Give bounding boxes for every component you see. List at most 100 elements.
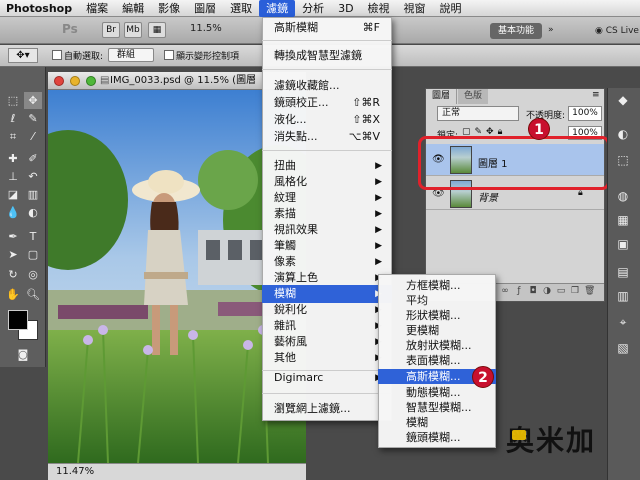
adjustments-icon[interactable]: ◐ xyxy=(612,124,634,144)
3d-orbit-tool-icon[interactable]: ◎ xyxy=(24,266,42,283)
autoselect-checkbox[interactable] xyxy=(52,50,62,60)
blur-item-box[interactable]: 方框模糊... xyxy=(378,278,496,293)
menuitem-last-filter[interactable]: 高斯模糊 ⌘F xyxy=(262,19,392,37)
menuitem-label: 雜訊 xyxy=(274,319,296,332)
menu-image[interactable]: 影像 xyxy=(151,0,187,17)
menuitem-vanishing-point[interactable]: 消失點... ⌥⌘V xyxy=(262,128,392,146)
clone-stamp-tool-icon[interactable]: ⊥ xyxy=(4,168,22,185)
healing-brush-tool-icon[interactable]: ✚ xyxy=(4,150,22,167)
zoom-level[interactable]: 11.5% xyxy=(190,23,222,34)
panel-menu-icon[interactable]: ≡ xyxy=(592,90,602,102)
swatches-panel-icon[interactable]: ▦ xyxy=(612,210,634,230)
blur-item-blur-more[interactable]: 更模糊 xyxy=(378,323,496,338)
new-group-icon[interactable]: ▭ xyxy=(556,286,566,297)
pen-tool-icon[interactable]: ✒ xyxy=(4,228,22,245)
menu-window[interactable]: 視窗 xyxy=(397,0,433,17)
styles-panel-icon[interactable]: ▣ xyxy=(612,234,634,254)
menu-3d[interactable]: 3D xyxy=(331,0,360,17)
menuitem-browse-filters-online[interactable]: 瀏覽網上濾鏡... xyxy=(262,400,392,418)
menuitem-lens-correction[interactable]: 鏡頭校正... ⇧⌘R xyxy=(262,94,392,112)
3d-rotate-tool-icon[interactable]: ↻ xyxy=(4,266,22,283)
menuitem-digimarc[interactable]: Digimarc▶ xyxy=(262,369,392,387)
blur-item-lens[interactable]: 鏡頭模糊... xyxy=(378,430,496,445)
bridge-button[interactable]: Br xyxy=(102,22,120,38)
workspace-menu-icon[interactable]: » xyxy=(548,25,558,35)
menuitem-label: 液化... xyxy=(274,113,307,126)
eraser-tool-icon[interactable]: ◪ xyxy=(4,186,22,203)
channels-panel-icon[interactable]: ▧ xyxy=(612,338,634,358)
app-menu[interactable]: Photoshop xyxy=(0,0,79,17)
layer-mask-icon[interactable]: ◘ xyxy=(528,286,538,297)
dodge-tool-icon[interactable]: ◐ xyxy=(24,204,42,221)
new-layer-icon[interactable]: ❐ xyxy=(570,286,580,297)
lasso-tool-icon[interactable]: ℓ xyxy=(4,110,22,127)
navigator-panel-icon[interactable]: ⌖ xyxy=(612,312,634,332)
gradient-tool-icon[interactable]: ▥ xyxy=(24,186,42,203)
blur-item-blur[interactable]: 模糊 xyxy=(378,415,496,430)
crop-tool-icon[interactable]: ⌗ xyxy=(4,128,22,145)
history-brush-tool-icon[interactable]: ↶ xyxy=(24,168,42,185)
quick-mask-icon[interactable]: ◙ xyxy=(14,346,32,363)
link-layers-icon[interactable]: ∞ xyxy=(500,286,510,297)
tab-channels[interactable]: 色版 xyxy=(458,89,489,104)
tab-layers[interactable]: 圖層 xyxy=(426,89,458,104)
shape-tool-icon[interactable]: ▢ xyxy=(24,246,42,263)
menu-analysis[interactable]: 分析 xyxy=(295,0,331,17)
menuitem-label: 模糊 xyxy=(274,287,296,300)
view-extras-button[interactable]: ▦ xyxy=(148,22,166,38)
menuitem-convert-smart-filter[interactable]: 轉換成智慧型濾鏡 xyxy=(262,47,392,65)
menu-filter[interactable]: 濾鏡 xyxy=(259,0,296,17)
brush-tool-icon[interactable]: ✐ xyxy=(24,150,42,167)
opacity-field[interactable]: 100% xyxy=(568,106,602,121)
move-tool-preset-icon[interactable]: ✥▾ xyxy=(8,48,38,63)
menuitem-liquify[interactable]: 液化... ⇧⌘X xyxy=(262,111,392,129)
menuitem-other[interactable]: 其他▶ xyxy=(262,349,392,367)
layer-style-icon[interactable]: ƒ xyxy=(514,286,524,297)
workspace-button[interactable]: 基本功能 xyxy=(490,23,542,39)
blur-item-average[interactable]: 平均 xyxy=(378,293,496,308)
move-tool-icon[interactable]: ✥ xyxy=(24,92,42,109)
cs-live-button[interactable]: ◉ CS Live xyxy=(595,22,639,40)
menu-file[interactable]: 檔案 xyxy=(79,0,115,17)
blur-item-radial[interactable]: 放射狀模糊... xyxy=(378,338,496,353)
type-tool-icon[interactable]: T xyxy=(24,228,42,245)
menu-select[interactable]: 選取 xyxy=(223,0,259,17)
marquee-tool-icon[interactable]: ⬚ xyxy=(4,92,22,109)
annotation-badge-1: 1 xyxy=(528,118,550,140)
minibridge-button[interactable]: Mb xyxy=(124,22,142,38)
menuitem-shortcut: ⌘F xyxy=(362,21,380,34)
transform-controls-checkbox[interactable] xyxy=(164,50,174,60)
zoom-tool-icon[interactable]: 🔍︎ xyxy=(24,286,42,303)
blend-mode-select[interactable]: 正常 xyxy=(437,106,519,121)
blur-item-shape[interactable]: 形狀模糊... xyxy=(378,308,496,323)
menu-view[interactable]: 檢視 xyxy=(361,0,397,17)
menuitem-label: 像素 xyxy=(274,255,296,268)
3d-panel-icon[interactable]: ◆ xyxy=(612,90,634,110)
histogram-panel-icon[interactable]: ▤ xyxy=(612,262,634,282)
hand-tool-icon[interactable]: ✋ xyxy=(4,286,22,303)
blur-item-smart[interactable]: 智慧型模糊... xyxy=(378,400,496,415)
menu-layer[interactable]: 圖層 xyxy=(187,0,223,17)
blur-tool-icon[interactable]: 💧 xyxy=(4,204,22,221)
menu-edit[interactable]: 編輯 xyxy=(115,0,151,17)
adjustment-layer-icon[interactable]: ◑ xyxy=(542,286,552,297)
info-panel-icon[interactable]: ▥ xyxy=(612,286,634,306)
transform-controls-label: 顯示變形控制項 xyxy=(176,52,240,62)
menuitem-shortcut: ⇧⌘X xyxy=(352,113,380,126)
layer-2-name[interactable]: 背景 xyxy=(478,189,498,204)
menu-help[interactable]: 說明 xyxy=(433,0,469,17)
menuitem-label: 消失點... xyxy=(274,130,318,143)
menuitem-filter-gallery[interactable]: 濾鏡收藏館... xyxy=(262,77,392,95)
menuitem-label: 紋理 xyxy=(274,191,296,204)
minimize-window-icon[interactable] xyxy=(70,76,80,86)
status-zoom[interactable]: 11.47% xyxy=(48,466,94,477)
color-panel-icon[interactable]: ◍ xyxy=(612,186,634,206)
zoom-window-icon[interactable] xyxy=(86,76,96,86)
transform-icon[interactable]: ⬚ xyxy=(612,150,634,170)
delete-layer-icon[interactable]: 🗑︎ xyxy=(584,286,595,297)
close-window-icon[interactable] xyxy=(54,76,64,86)
path-select-tool-icon[interactable]: ➤ xyxy=(4,246,22,263)
quick-select-tool-icon[interactable]: ✎ xyxy=(24,110,42,127)
autoselect-group-select[interactable]: 群組 xyxy=(108,48,154,62)
eyedropper-tool-icon[interactable]: ⁄ xyxy=(24,128,42,145)
